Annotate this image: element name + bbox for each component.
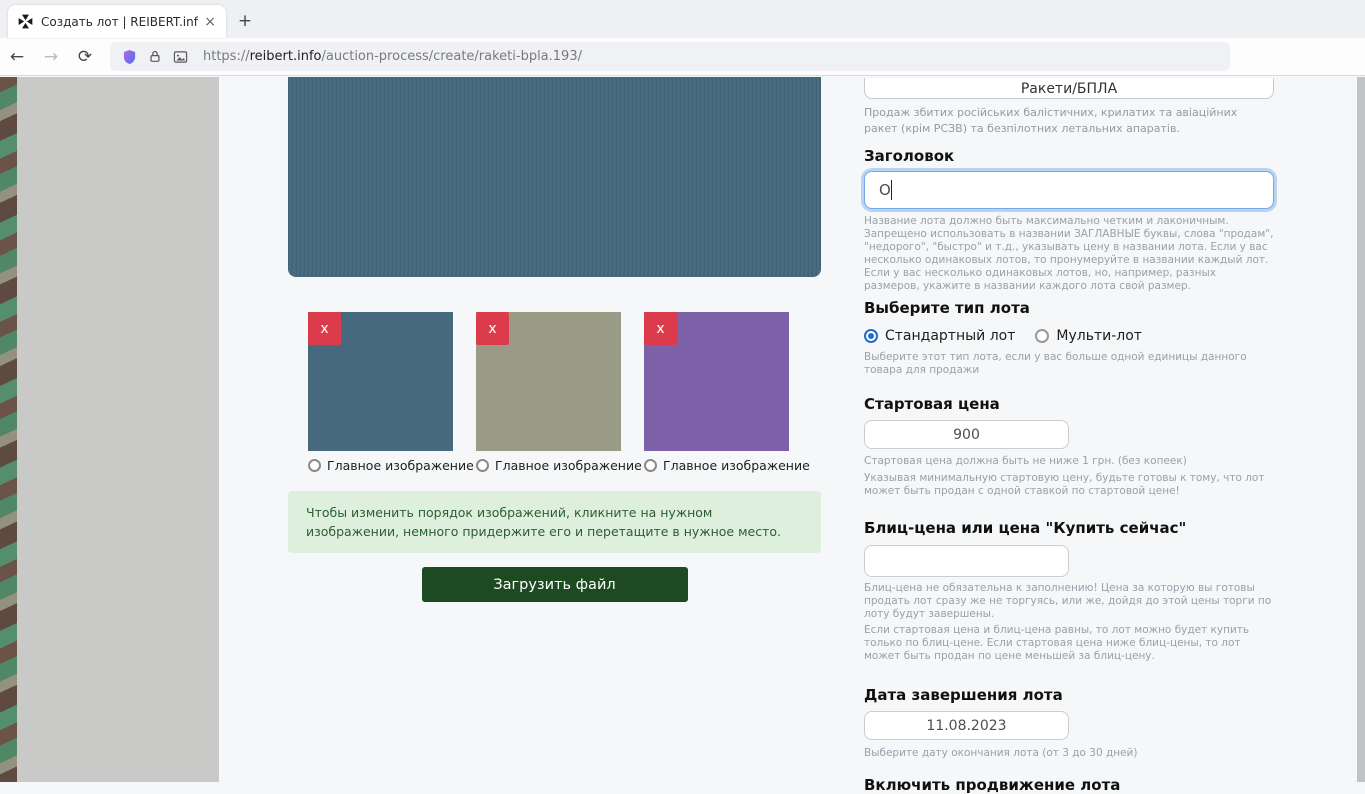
thumbnail-image[interactable]: x <box>308 312 453 451</box>
category-select-value: Ракети/БПЛА <box>1021 81 1117 97</box>
reorder-notice: Чтобы изменить порядок изображений, клик… <box>288 491 821 553</box>
title-field-wrap <box>864 171 1274 209</box>
remove-image-button[interactable]: x <box>644 312 677 345</box>
blitz-price-help-2: Если стартовая цена и блиц-цена равны, т… <box>864 624 1274 663</box>
lot-type-help: Выберите этот тип лота, если у вас больш… <box>864 351 1274 377</box>
title-label: Заголовок <box>864 147 1274 165</box>
thumbnail-image[interactable]: x <box>476 312 621 451</box>
scrollbar-thumb[interactable] <box>1357 77 1365 782</box>
page-scrollbar[interactable] <box>1357 77 1365 782</box>
radio-icon[interactable] <box>476 459 489 472</box>
left-gray-column <box>17 77 219 782</box>
start-price-label: Стартовая цена <box>864 395 1274 413</box>
url-text: https://reibert.info/auction-process/cre… <box>203 49 582 64</box>
lot-type-options: Стандартный лот Мульти-лот <box>864 327 1274 345</box>
main-image-radio[interactable]: Главное изображение <box>476 457 621 474</box>
radio-selected-icon[interactable] <box>864 329 878 343</box>
thumbnail-block: x Главное изображение <box>644 312 789 474</box>
end-date-label: Дата завершения лота <box>864 686 1274 704</box>
thumbnail-block: x Главное изображение <box>308 312 453 474</box>
blitz-price-label: Блиц-цена или цена "Купить сейчас" <box>864 519 1274 537</box>
title-input[interactable] <box>864 171 1274 209</box>
start-price-help-2: Указывая минимальную стартовую цену, буд… <box>864 472 1274 498</box>
tab-title: Создать лот | REIBERT.info <box>41 15 198 29</box>
thumbnail-image[interactable]: x <box>644 312 789 451</box>
tab-bar: Создать лот | REIBERT.info × + <box>0 0 1365 38</box>
browser-tab[interactable]: Создать лот | REIBERT.info × <box>8 5 226 38</box>
lot-type-label: Выберите тип лота <box>864 299 1274 317</box>
category-description: Продаж збитих російських балістичних, кр… <box>864 105 1274 137</box>
page-body: x Главное изображение x Главное изображе… <box>0 77 1365 782</box>
new-tab-button[interactable]: + <box>232 8 258 34</box>
thumbnail-block: x Главное изображение <box>476 312 621 474</box>
blitz-price-input[interactable] <box>864 545 1069 577</box>
blitz-price-help-1: Блиц-цена не обязательна к заполнению! Ц… <box>864 582 1274 621</box>
remove-image-button[interactable]: x <box>476 312 509 345</box>
category-select[interactable]: Ракети/БПЛА <box>864 78 1274 99</box>
back-button[interactable]: ← <box>0 47 34 67</box>
browser-toolbar: ← → ⟳ <box>0 38 1365 76</box>
radio-label: Главное изображение <box>495 458 642 473</box>
hero-preview-image[interactable] <box>288 77 821 277</box>
radio-standard-lot[interactable]: Стандартный лот <box>864 328 1015 344</box>
radio-label: Главное изображение <box>663 458 810 473</box>
browser-chrome: Создать лот | REIBERT.info × + ← → ⟳ <box>0 0 1365 77</box>
upload-file-button[interactable]: Загрузить файл <box>422 567 688 602</box>
radio-label: Мульти-лот <box>1056 328 1142 344</box>
radio-label: Стандартный лот <box>885 328 1015 344</box>
forward-button[interactable]: → <box>34 47 68 67</box>
radio-icon[interactable] <box>308 459 321 472</box>
promotion-label: Включить продвижение лота <box>864 776 1274 794</box>
radio-label: Главное изображение <box>327 458 474 473</box>
maltese-cross-favicon-icon <box>18 14 33 29</box>
lock-icon[interactable] <box>148 49 162 64</box>
start-price-help-1: Стартовая цена должна быть не ниже 1 грн… <box>864 455 1274 468</box>
radio-unselected-icon[interactable] <box>1035 329 1049 343</box>
camo-background-strip <box>0 77 17 782</box>
url-bar[interactable]: https://reibert.info/auction-process/cre… <box>110 42 1230 71</box>
remove-image-button[interactable]: x <box>308 312 341 345</box>
main-image-radio[interactable]: Главное изображение <box>308 457 453 474</box>
image-permission-icon[interactable] <box>173 50 188 64</box>
images-column: x Главное изображение x Главное изображе… <box>288 77 821 602</box>
radio-icon[interactable] <box>644 459 657 472</box>
tracking-protection-shield-icon[interactable] <box>122 49 137 65</box>
thumbnail-row: x Главное изображение x Главное изображе… <box>288 312 821 474</box>
end-date-input[interactable] <box>864 711 1069 740</box>
title-help: Название лота должно быть максимально че… <box>864 215 1274 293</box>
text-caret <box>891 180 892 200</box>
start-price-input[interactable] <box>864 420 1069 449</box>
radio-multi-lot[interactable]: Мульти-лот <box>1035 328 1142 344</box>
end-date-help: Выберите дату окончания лота (от 3 до 30… <box>864 747 1274 760</box>
tab-close-icon[interactable]: × <box>204 14 216 30</box>
content-area: x Главное изображение x Главное изображе… <box>219 77 1357 782</box>
lot-form: Ракети/БПЛА Продаж збитих російських бал… <box>864 78 1274 794</box>
main-image-radio[interactable]: Главное изображение <box>644 457 789 474</box>
reload-button[interactable]: ⟳ <box>68 47 102 67</box>
